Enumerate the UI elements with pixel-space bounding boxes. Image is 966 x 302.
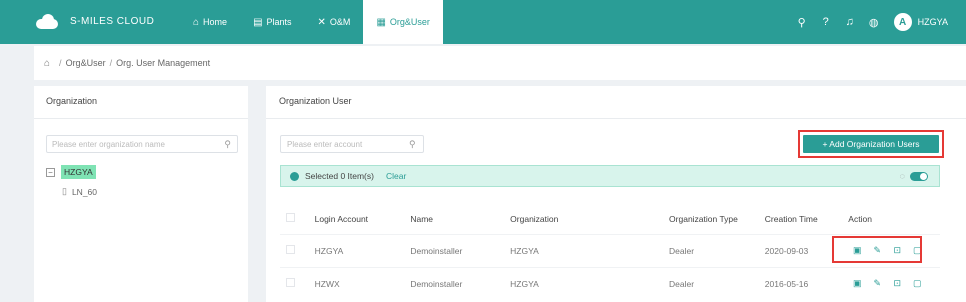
brand-logo[interactable]: S-MILES CLOUD <box>34 13 154 29</box>
plants-icon: ▤ <box>253 16 263 28</box>
column-header[interactable]: Organization <box>510 204 670 234</box>
organization-user-panel: Organization User Please enter account ⚲… <box>266 86 966 302</box>
breadcrumb-current: Org. User Management <box>116 58 211 68</box>
row-checkbox[interactable] <box>280 266 315 300</box>
search-icon[interactable]: ⚲ <box>790 16 814 29</box>
panel-title: Organization User <box>279 96 352 106</box>
organization-search-input[interactable]: Please enter organization name ⚲ <box>46 135 238 153</box>
cell-name: Demoinstaller <box>410 233 511 267</box>
clear-selection-link[interactable]: Clear <box>386 171 406 181</box>
column-toggle[interactable] <box>910 172 928 181</box>
column-header[interactable]: Name <box>410 204 511 234</box>
home-icon[interactable]: ⌂ <box>44 58 50 69</box>
avatar[interactable]: A <box>893 13 912 31</box>
cloud-icon <box>34 13 60 29</box>
table-row[interactable]: HZWX Demoinstaller HZGYA Dealer 2016-05-… <box>280 266 940 300</box>
header-actions: ⚲ ? ♫ ◍ A HZGYA <box>790 0 966 44</box>
breadcrumb-item[interactable]: Org&User <box>66 58 106 68</box>
tree-node-root[interactable]: − HZGYA <box>46 165 96 179</box>
organization-panel: Organization Please enter organization n… <box>34 86 248 302</box>
selection-count: Selected 0 Item(s) <box>305 171 374 181</box>
tools-icon: ✕ <box>317 16 326 28</box>
delete-icon[interactable]: ▢ <box>912 278 922 289</box>
cell-organization-type: Dealer <box>669 233 765 267</box>
column-header[interactable]: Login Account <box>314 204 411 234</box>
top-navigation-bar: S-MILES CLOUD ⌂ Home ▤ Plants ✕ O&M ▦ Or… <box>0 0 966 44</box>
column-header: Action <box>848 204 940 234</box>
globe-icon[interactable]: ◍ <box>862 16 886 29</box>
details-icon[interactable]: ▣ <box>852 278 862 289</box>
main-nav: ⌂ Home ▤ Plants ✕ O&M ▦ Org&User <box>180 0 443 44</box>
lock-icon[interactable]: ⊡ <box>892 278 902 289</box>
cell-actions: ▣ ✎ ⊡ ▢ <box>848 266 940 300</box>
column-header[interactable]: Organization Type <box>669 204 765 234</box>
divider <box>34 118 248 119</box>
cell-login-account: HZGYA <box>314 233 411 267</box>
tree-node-child[interactable]: ▯ LN_60 <box>62 186 97 197</box>
column-header[interactable]: Creation Time <box>764 204 849 234</box>
breadcrumb: ⌂ / Org&User / Org. User Management <box>34 46 966 80</box>
file-icon: ▯ <box>62 186 67 196</box>
add-button-highlight: + Add Organization Users <box>798 130 944 158</box>
edit-icon[interactable]: ✎ <box>872 278 882 289</box>
search-icon[interactable]: ⚲ <box>409 139 416 150</box>
help-icon[interactable]: ? <box>814 16 838 28</box>
org-icon: ▦ <box>376 16 386 28</box>
nav-plants[interactable]: ▤ Plants <box>240 0 304 44</box>
select-all-checkbox[interactable] <box>280 204 315 234</box>
nav-org-user[interactable]: ▦ Org&User <box>363 0 443 44</box>
selection-bar: Selected 0 Item(s) Clear ◌ <box>280 165 940 187</box>
brand-name: S-MILES CLOUD <box>70 15 155 27</box>
info-icon <box>290 171 299 181</box>
settings-icon[interactable]: ◌ <box>900 171 905 181</box>
home-icon: ⌂ <box>193 16 200 28</box>
cell-organization: HZGYA <box>510 266 670 300</box>
cell-name: Demoinstaller <box>410 266 511 300</box>
cell-creation-time: 2016-05-16 <box>764 266 849 300</box>
bell-icon[interactable]: ♫ <box>838 16 862 28</box>
username[interactable]: HZGYA <box>918 17 948 27</box>
divider <box>266 118 966 119</box>
tree-node-label[interactable]: HZGYA <box>61 165 96 179</box>
search-icon[interactable]: ⚲ <box>224 139 231 150</box>
tree-node-label[interactable]: LN_60 <box>72 187 97 197</box>
cell-organization: HZGYA <box>510 233 670 267</box>
add-organization-users-button[interactable]: + Add Organization Users <box>803 135 939 153</box>
row-checkbox[interactable] <box>280 233 315 267</box>
panel-title: Organization <box>46 96 98 106</box>
collapse-icon[interactable]: − <box>46 167 55 177</box>
account-search-input[interactable]: Please enter account ⚲ <box>280 135 424 153</box>
nav-home[interactable]: ⌂ Home <box>180 0 240 44</box>
actions-highlight <box>832 236 922 263</box>
cell-organization-type: Dealer <box>669 266 765 300</box>
cell-login-account: HZWX <box>314 266 411 300</box>
table-header-row: Login Account Name Organization Organiza… <box>280 204 940 234</box>
nav-om[interactable]: ✕ O&M <box>305 0 364 44</box>
